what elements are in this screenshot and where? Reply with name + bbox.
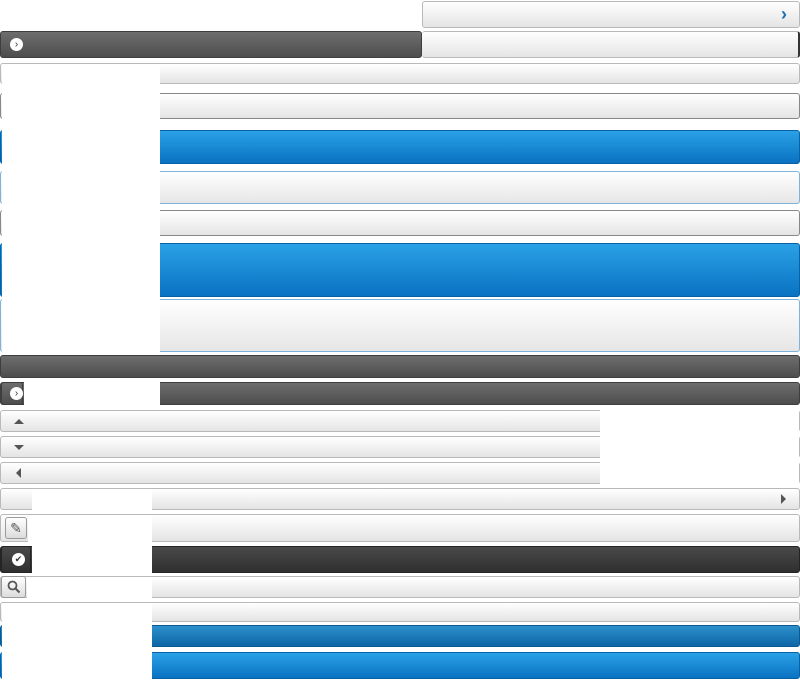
- triangle-right-icon: [778, 493, 788, 505]
- left-blank-panel-3: [32, 489, 152, 512]
- arrow-right-circle-icon: ›: [10, 38, 23, 51]
- dark-bar-1[interactable]: [0, 355, 800, 378]
- triangle-left-icon: [13, 467, 23, 479]
- left-blank-panel-6: [27, 577, 152, 598]
- left-blank-panel-4: [28, 515, 152, 542]
- left-blank-panel: [2, 64, 160, 354]
- collapsible-content: [422, 31, 800, 58]
- chevron-right-icon: ›: [781, 3, 787, 24]
- check-circle-icon: ✔: [12, 553, 25, 566]
- top-nav-button[interactable]: [422, 1, 800, 28]
- left-blank-panel-5: [32, 546, 152, 573]
- arrow-right-circle-icon: ›: [10, 387, 23, 400]
- triangle-up-icon: [13, 416, 25, 426]
- left-blank-panel-7: [2, 603, 152, 680]
- pencil-icon: ✎: [10, 519, 22, 536]
- collapsible-header-dark[interactable]: [0, 31, 422, 58]
- triangle-down-icon: [13, 442, 25, 452]
- right-blank-panel: [600, 409, 799, 485]
- left-blank-panel-2: [24, 379, 160, 407]
- magnifier-icon: [6, 579, 22, 595]
